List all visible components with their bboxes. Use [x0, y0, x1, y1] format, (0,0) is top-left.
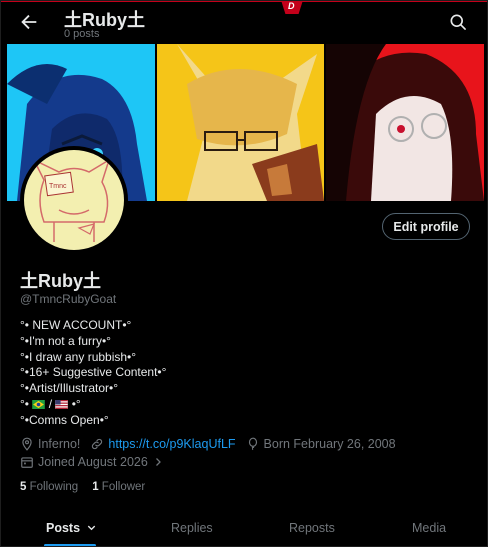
- tab-posts[interactable]: Posts: [46, 521, 97, 535]
- brazil-flag-icon: [32, 399, 46, 409]
- brand-top-line: [0, 0, 488, 2]
- location-text: Inferno!: [38, 437, 81, 451]
- bio-line-flags: °• / •°: [20, 397, 166, 413]
- profile-joined-row[interactable]: Joined August 2026: [20, 455, 178, 469]
- calendar-icon: [21, 457, 33, 468]
- joined-text: Joined August 2026: [38, 455, 148, 469]
- bio-line: °•16+ Suggestive Content•°: [20, 365, 167, 380]
- follow-counts: 5 Following 1 Follower: [20, 481, 145, 493]
- chevron-down-icon: [87, 525, 95, 531]
- profile-tabs: Posts Replies Reposts Media: [0, 513, 488, 547]
- us-flag-icon: [55, 399, 69, 409]
- avatar[interactable]: Tmnc: [20, 146, 128, 254]
- website[interactable]: https://t.co/p9KlaqUfLF: [90, 437, 236, 451]
- tab-replies[interactable]: Replies: [171, 521, 213, 535]
- bio-flag-suffix: •°: [71, 396, 81, 411]
- bio-line: °•I draw any rubbish•°: [20, 349, 137, 364]
- birthday-text: Born February 26, 2008: [263, 437, 396, 451]
- bio-line: °•Artist/Illustrator•°: [20, 381, 119, 396]
- tab-posts-label: Posts: [46, 521, 81, 535]
- location: Inferno!: [20, 437, 80, 451]
- bio-flag-separator: /: [48, 396, 53, 411]
- birthday: Born February 26, 2008: [246, 437, 396, 451]
- tab-media[interactable]: Media: [412, 521, 446, 535]
- avatar-text: Tmnc: [49, 183, 67, 190]
- bio-line: °•Comns Open•°: [20, 412, 109, 427]
- following-count: 5: [20, 481, 27, 493]
- brand-badge: D: [281, 0, 303, 14]
- top-bar: D 土Ruby土 0 posts: [0, 0, 488, 44]
- chevron-right-icon: [155, 458, 161, 466]
- bio-line: °• NEW ACCOUNT•°: [20, 318, 132, 332]
- profile-bio: °• NEW ACCOUNT•° °•I'm not a furry•° °•I…: [20, 318, 166, 429]
- location-pin-icon: [22, 437, 32, 451]
- bio-flag-prefix: °•: [20, 396, 29, 411]
- back-arrow-icon[interactable]: [18, 11, 40, 33]
- edit-profile-button[interactable]: Edit profile: [382, 213, 470, 240]
- followers-count: 1: [92, 481, 99, 493]
- followers-link[interactable]: 1 Follower: [92, 481, 145, 493]
- joined[interactable]: Joined August 2026: [20, 455, 168, 469]
- profile-name: 土Ruby土: [20, 271, 101, 291]
- tab-reposts[interactable]: Reposts: [289, 521, 335, 535]
- following-link[interactable]: 5 Following: [20, 481, 78, 493]
- bio-line: °•I'm not a furry•°: [20, 333, 111, 348]
- balloon-icon: [248, 437, 257, 451]
- following-label: Following: [29, 481, 79, 493]
- profile-meta-row: Inferno! https://t.co/p9KlaqUfLF Born Fe…: [20, 437, 406, 451]
- banner-panel-red: [326, 44, 484, 201]
- banner-panel-yellow: [157, 44, 324, 201]
- posts-count: 0 posts: [64, 28, 100, 40]
- link-icon: [92, 438, 103, 450]
- search-icon[interactable]: [448, 12, 468, 32]
- website-link[interactable]: https://t.co/p9KlaqUfLF: [108, 437, 235, 451]
- followers-label: Follower: [101, 481, 146, 493]
- profile-handle: @TmncRubyGoat: [20, 292, 117, 306]
